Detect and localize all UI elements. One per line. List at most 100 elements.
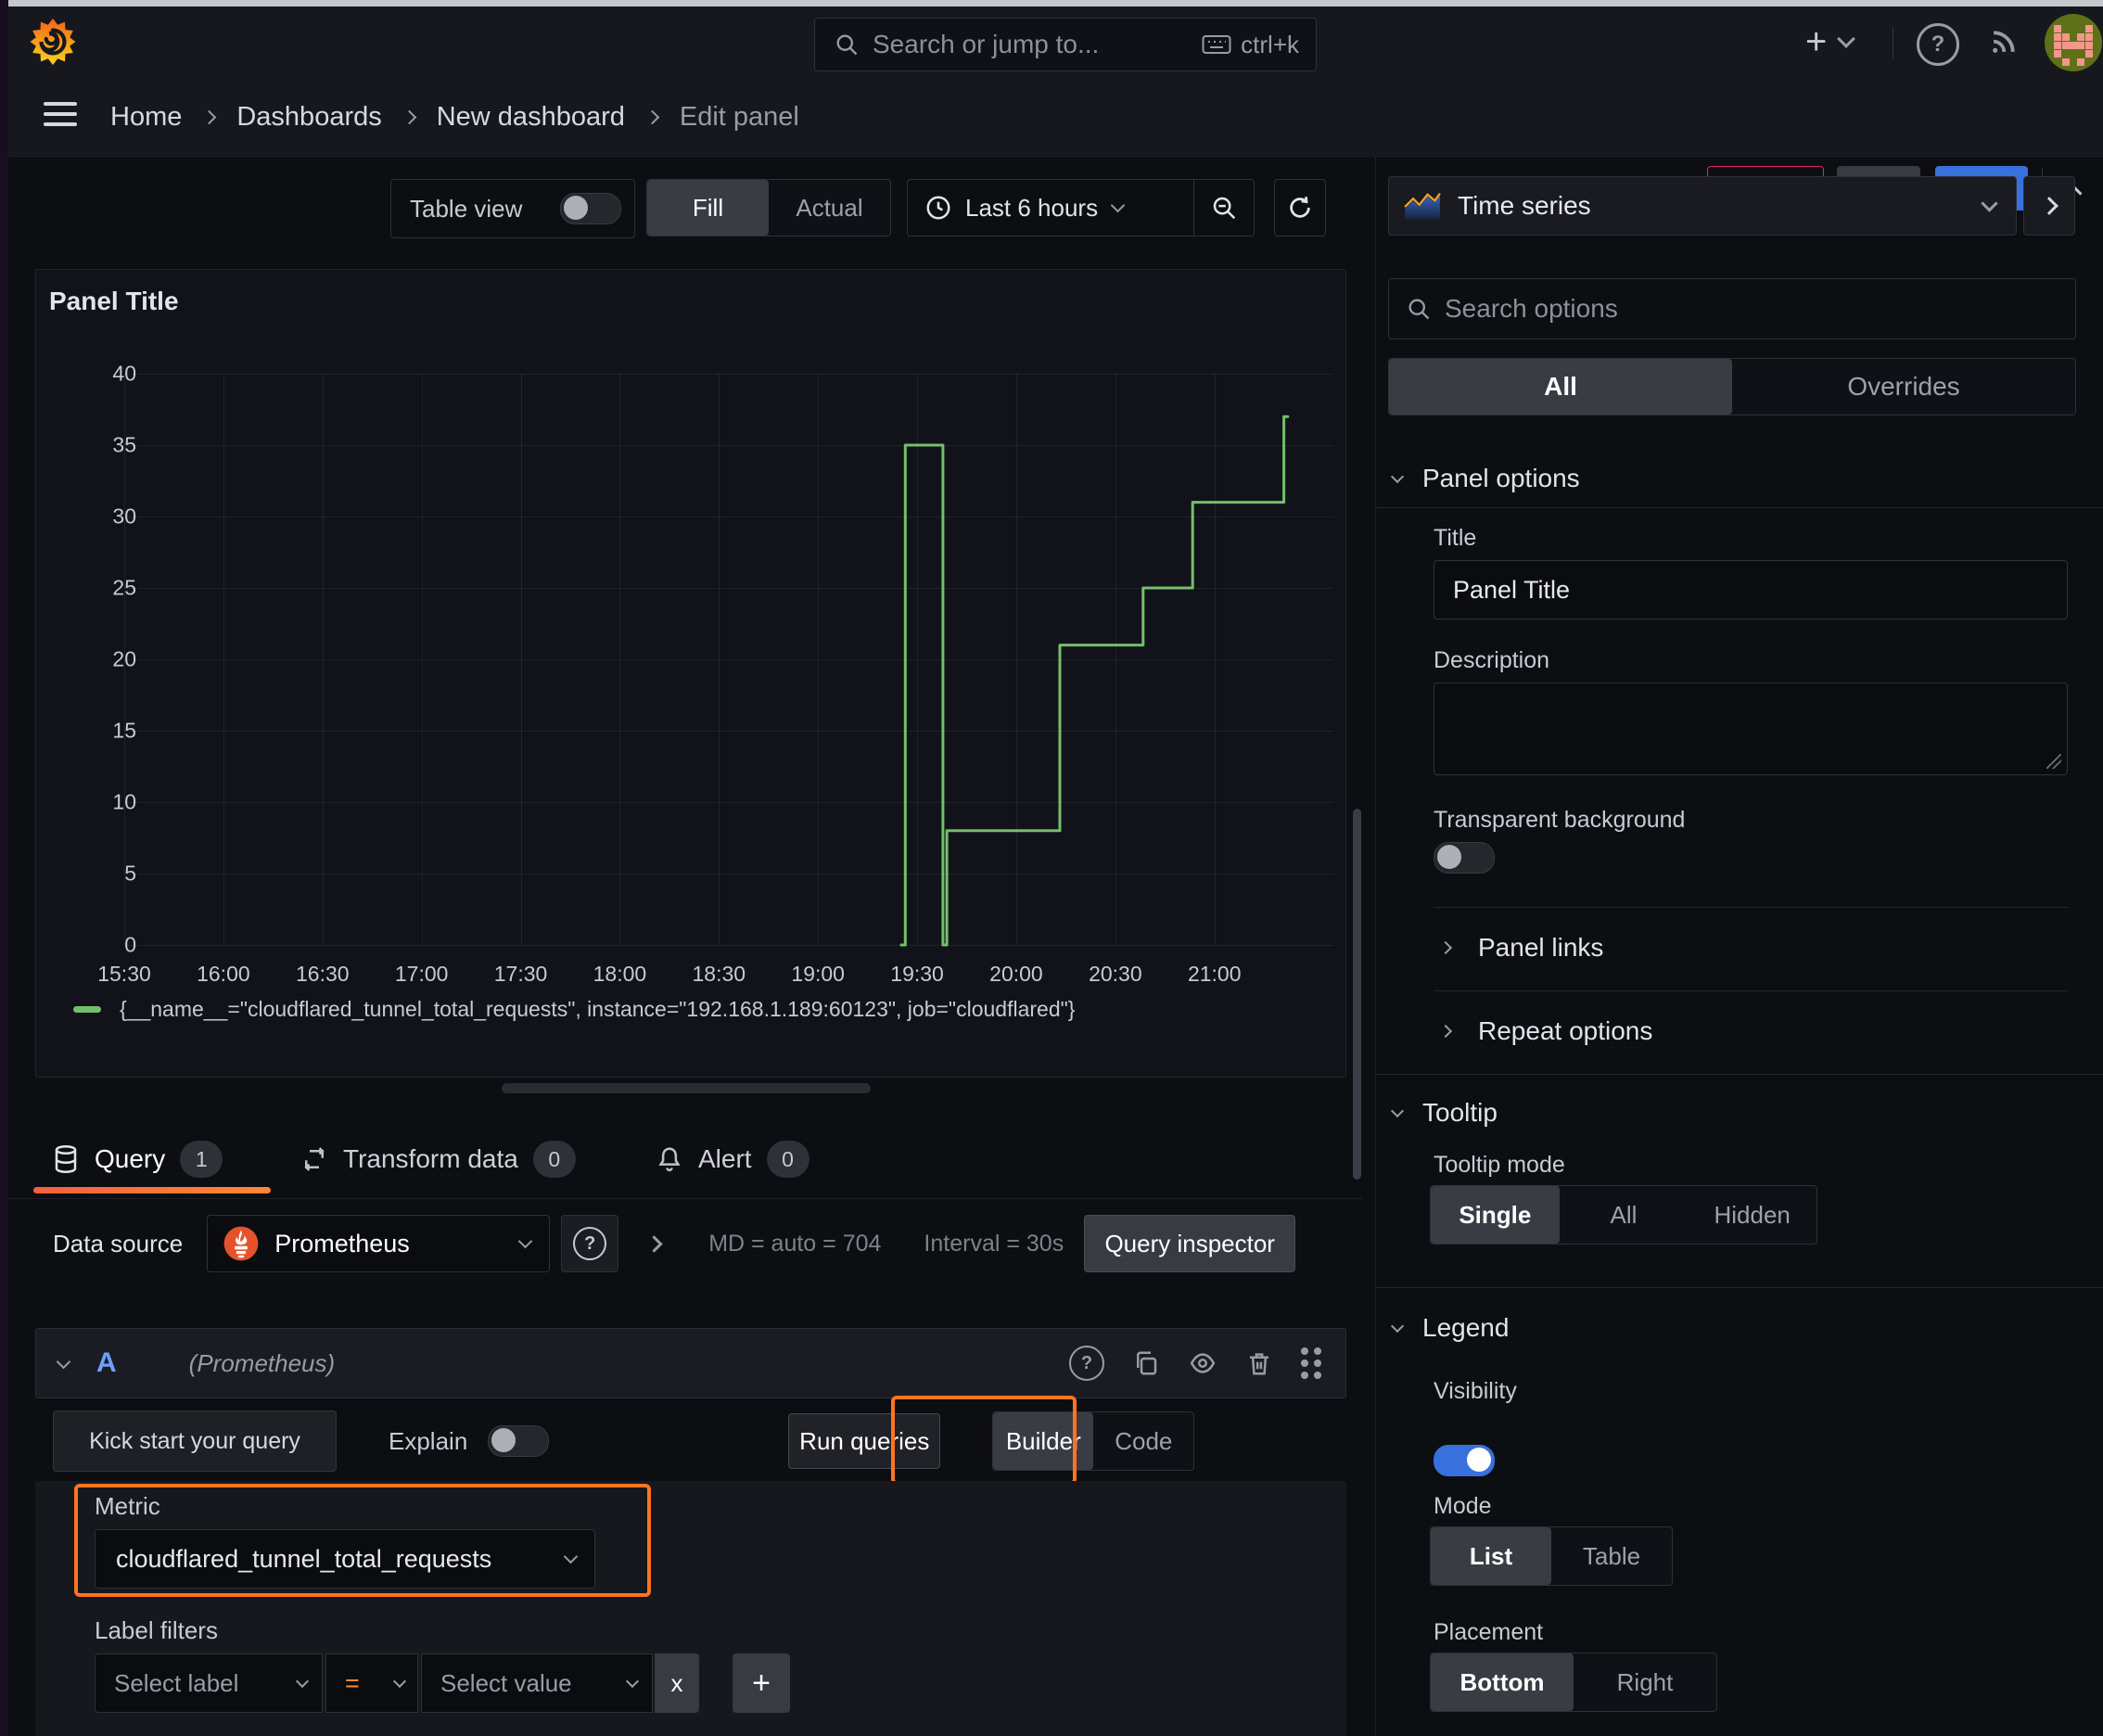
legend[interactable]: {__name__="cloudflared_tunnel_total_requ… — [73, 993, 1075, 1025]
help-icon[interactable]: ? — [1917, 23, 1959, 66]
actual-option[interactable]: Actual — [769, 180, 890, 236]
avatar[interactable] — [2045, 14, 2102, 71]
label-filters-row: Select label = Select value x + — [95, 1653, 790, 1713]
viz-picker-label: Time series — [1458, 191, 1591, 220]
query-inspector-button[interactable]: Query inspector — [1084, 1215, 1296, 1272]
search-icon — [1406, 296, 1432, 322]
menu-toggle[interactable] — [44, 102, 77, 126]
tooltip-header[interactable]: Tooltip — [1390, 1092, 1498, 1133]
plot-area[interactable] — [124, 374, 1333, 947]
drag-grip-icon[interactable] — [1301, 1347, 1308, 1355]
kick-start-button[interactable]: Kick start your query — [53, 1410, 337, 1472]
question-circle-icon: ? — [573, 1227, 607, 1260]
code-option[interactable]: Code — [1093, 1412, 1193, 1470]
viz-picker-expand-button[interactable] — [2023, 176, 2075, 236]
collapse-query-icon[interactable] — [56, 1354, 71, 1369]
visibility-toggle[interactable] — [1434, 1445, 1495, 1476]
grafana-logo[interactable] — [29, 16, 77, 68]
query-ref-row[interactable]: A (Prometheus) ? — [35, 1328, 1346, 1398]
repeat-options-header[interactable]: Repeat options — [1438, 1011, 1652, 1052]
datasource-picker[interactable]: Prometheus — [207, 1215, 551, 1272]
tooltip-all-option[interactable]: All — [1560, 1186, 1689, 1244]
mode-list-option[interactable]: List — [1431, 1527, 1551, 1585]
resize-drag-handle[interactable] — [502, 1083, 871, 1093]
datasource-label: Data source — [53, 1229, 184, 1257]
x-axis-label: 17:00 — [394, 962, 449, 986]
remove-filter-button[interactable]: x — [655, 1653, 699, 1713]
delete-query-icon[interactable] — [1245, 1349, 1273, 1377]
tab-alert-label: Alert — [698, 1144, 752, 1173]
tab-transform[interactable]: Transform data 0 — [300, 1133, 576, 1185]
news-rss-icon[interactable] — [1985, 21, 2024, 60]
chevron-down-icon — [517, 1233, 533, 1249]
tab-alert-count: 0 — [766, 1141, 809, 1178]
zoom-out-icon[interactable] — [1194, 194, 1254, 222]
chevron-down-icon — [1390, 1104, 1405, 1118]
refresh-button[interactable] — [1274, 179, 1326, 236]
duplicate-query-icon[interactable] — [1132, 1349, 1160, 1377]
breadcrumb-new-dashboard[interactable]: New dashboard — [437, 102, 625, 133]
fill-option[interactable]: Fill — [647, 180, 769, 236]
tab-overrides[interactable]: Overrides — [1732, 359, 2075, 415]
x-axis: 15:30 16:00 16:30 17:00 17:30 18:00 18:30 19:00… — [97, 962, 1333, 989]
toggle-visibility-icon[interactable] — [1188, 1349, 1217, 1377]
v-gridline — [520, 374, 522, 945]
mode-table-option[interactable]: Table — [1551, 1527, 1672, 1585]
tooltip-hidden-option[interactable]: Hidden — [1688, 1186, 1816, 1244]
x-axis-label: 17:30 — [493, 962, 548, 986]
placement-label: Placement — [1434, 1619, 1544, 1645]
options-search-box[interactable]: Search options — [1388, 278, 2076, 339]
resize-handle-icon[interactable] — [2046, 754, 2061, 769]
chevron-down-icon — [1110, 198, 1126, 213]
breadcrumb-dashboards[interactable]: Dashboards — [236, 102, 381, 133]
tooltip-single-option[interactable]: Single — [1431, 1186, 1560, 1244]
bell-icon — [656, 1145, 683, 1173]
legend-header[interactable]: Legend — [1390, 1308, 1509, 1348]
select-label-placeholder: Select label — [114, 1668, 239, 1697]
tab-query[interactable]: Query 1 — [52, 1133, 223, 1185]
transparent-bg-toggle[interactable] — [1434, 842, 1495, 874]
placement-bottom-option[interactable]: Bottom — [1431, 1653, 1574, 1711]
panel-options-header[interactable]: Panel options — [1390, 460, 1580, 497]
chevron-down-icon — [625, 1674, 640, 1688]
plus-icon: + — [1805, 21, 1828, 62]
query-help-icon[interactable]: ? — [1069, 1346, 1104, 1381]
panel-links-header[interactable]: Panel links — [1438, 927, 1603, 968]
legend-series-label[interactable]: {__name__="cloudflared_tunnel_total_requ… — [120, 997, 1075, 1022]
options-tab-switch: All Overrides — [1388, 358, 2076, 415]
time-range-picker[interactable]: Last 6 hours — [907, 179, 1255, 236]
datasource-help-button[interactable]: ? — [561, 1215, 619, 1272]
transparent-bg-label: Transparent background — [1434, 807, 1686, 833]
chevron-right-icon — [1438, 940, 1453, 955]
h-gridline — [124, 731, 1333, 732]
placement-right-option[interactable]: Right — [1574, 1653, 1716, 1711]
title-input[interactable]: Panel Title — [1434, 560, 2068, 619]
chevron-down-icon — [295, 1674, 310, 1688]
description-textarea[interactable] — [1434, 683, 2068, 775]
explain-toggle[interactable] — [488, 1425, 550, 1457]
add-filter-button[interactable]: + — [733, 1653, 790, 1713]
new-button[interactable]: + — [1805, 21, 1856, 62]
description-label: Description — [1434, 647, 1550, 673]
v-gridline — [223, 374, 224, 945]
expand-options-icon[interactable] — [645, 1234, 663, 1253]
fill-actual-switch: Fill Actual — [646, 179, 891, 236]
breadcrumb-home[interactable]: Home — [110, 102, 182, 133]
tab-all[interactable]: All — [1389, 359, 1732, 415]
operator-dropdown[interactable]: = — [325, 1653, 418, 1713]
chevron-down-icon — [1390, 1319, 1405, 1334]
table-view-toggle[interactable] — [560, 193, 621, 224]
active-tab-underline — [33, 1187, 271, 1194]
select-label-dropdown[interactable]: Select label — [95, 1653, 323, 1713]
chevron-right-icon — [2040, 197, 2058, 215]
global-search-box[interactable]: Search or jump to... ctrl+k — [814, 18, 1317, 71]
x-axis-label: 16:00 — [197, 962, 250, 986]
legend-placement-switch: Bottom Right — [1430, 1653, 1717, 1712]
panel-title[interactable]: Panel Title — [49, 287, 179, 316]
tooltip-mode-switch: Single All Hidden — [1430, 1185, 1817, 1245]
time-range-label: Last 6 hours — [965, 193, 1099, 222]
select-value-dropdown[interactable]: Select value — [421, 1653, 653, 1713]
tab-alert[interactable]: Alert 0 — [656, 1133, 809, 1185]
chevron-down-icon — [1837, 30, 1856, 48]
viz-picker[interactable]: Time series — [1388, 176, 2017, 236]
